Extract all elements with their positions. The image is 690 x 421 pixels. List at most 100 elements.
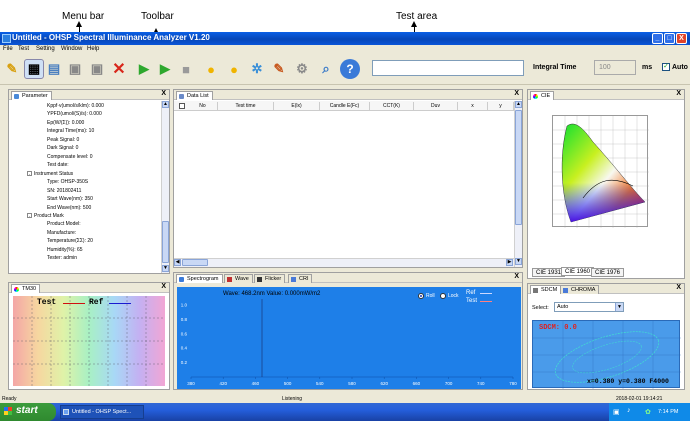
menu-help[interactable]: Help <box>87 46 99 52</box>
scroll-left-icon[interactable]: ◀ <box>174 259 181 266</box>
data-list-close-icon[interactable]: X <box>514 90 519 97</box>
tab-parameter[interactable]: Parameter <box>11 91 52 100</box>
volume-icon[interactable]: ♪ <box>627 407 631 414</box>
cie-close-icon[interactable]: X <box>676 90 681 97</box>
spectrogram-tabs: Spectrogram Wave Flicker CRI X <box>174 273 522 283</box>
tree-line: Peak Signal: 0 <box>47 137 80 143</box>
column-header-duv[interactable]: Duv <box>414 102 458 111</box>
menu-test[interactable]: Test <box>18 46 29 52</box>
tab-sdcm[interactable]: SDCM <box>530 285 562 294</box>
data-list-vscrollbar[interactable]: ▲ ▼ <box>514 101 522 267</box>
column-header-x[interactable]: x <box>458 102 488 111</box>
export-icon[interactable]: ▤ <box>44 59 64 79</box>
tm30-legend-test: Test <box>37 298 57 307</box>
search-icon[interactable]: ⌕ <box>316 59 336 79</box>
scroll-thumb[interactable] <box>162 221 169 263</box>
menu-window[interactable]: Window <box>61 46 82 52</box>
tab-cie-1976[interactable]: CIE 1976 <box>591 268 625 277</box>
tab-wave[interactable]: Wave <box>224 274 253 283</box>
scroll-up-icon[interactable]: ▲ <box>515 101 522 108</box>
lightbulb-multiple-icon[interactable]: ● <box>224 59 244 79</box>
scroll-up-icon[interactable]: ▲ <box>162 101 169 108</box>
x-tick-label: 580 <box>348 381 356 386</box>
collapse-icon[interactable]: - <box>27 171 32 176</box>
tree-line: Product Model: <box>47 221 81 227</box>
sdcm-plot: SDCM: 0.0 x=0.380 y=0.380 F4000 <box>532 320 681 389</box>
column-header-y[interactable]: y <box>488 102 514 111</box>
settings-icon[interactable]: ⚙ <box>292 59 312 79</box>
tab-cie[interactable]: CIE <box>530 91 555 100</box>
status-listening: Listening <box>282 396 303 402</box>
tab-chroma[interactable]: CHROMA <box>560 285 600 294</box>
copy-icon[interactable]: ▣ <box>65 59 85 79</box>
column-header-candle-e[interactable]: Candle E(Fc) <box>320 102 370 111</box>
column-header-e-lx[interactable]: E(lx) <box>274 102 320 111</box>
scroll-thumb[interactable] <box>515 110 522 225</box>
chevron-down-icon[interactable]: ▼ <box>615 303 623 311</box>
edit-icon[interactable]: ✎ <box>269 59 289 79</box>
sdcm-select-dropdown[interactable]: Auto ▼ <box>554 302 624 312</box>
toolbar-annotation: Toolbar <box>141 11 174 22</box>
delete-icon[interactable]: ✕ <box>109 59 129 79</box>
data-list-hscrollbar[interactable]: ◀ ▶ <box>174 258 514 267</box>
integral-time-input[interactable]: 100 <box>594 60 636 75</box>
title-bar[interactable]: Untitled - OHSP Spectral Illuminance Ana… <box>0 32 690 45</box>
scroll-down-icon[interactable]: ▼ <box>162 265 169 272</box>
tab-cie-1960[interactable]: CIE 1960 <box>561 267 595 276</box>
taskbar-app-button[interactable]: Untitled - OHSP Spect... <box>60 405 144 419</box>
sdcm-close-icon[interactable]: X <box>676 284 681 291</box>
calibrate-icon[interactable]: ✲ <box>247 59 267 79</box>
close-button[interactable]: X <box>676 33 687 44</box>
paste-icon[interactable]: ▣ <box>87 59 107 79</box>
tree-node-instrument-status[interactable]: - Instrument Status <box>27 171 73 177</box>
lightbulb-icon[interactable]: ● <box>201 59 221 79</box>
parameter-close-icon[interactable]: X <box>161 90 166 97</box>
tm30-legend-ref-line <box>109 303 131 304</box>
tab-data-list[interactable]: Data List <box>176 91 213 100</box>
column-header-cct[interactable]: CCT(K) <box>370 102 414 111</box>
test-area-annotation-arrowhead <box>411 21 417 27</box>
hscroll-thumb[interactable] <box>182 259 208 266</box>
tab-cri-label: CRI <box>299 276 309 282</box>
column-header-no[interactable]: No <box>188 102 218 111</box>
spectrogram-close-icon[interactable]: X <box>514 273 519 280</box>
column-header-test-time[interactable]: Test time <box>218 102 274 111</box>
chroma-icon <box>563 288 568 293</box>
open-folder-icon[interactable]: ✎ <box>2 59 22 79</box>
x-tick-label: 500 <box>284 381 292 386</box>
collapse-icon[interactable]: - <box>27 213 32 218</box>
tray-app-icon[interactable]: ✿ <box>645 408 651 416</box>
spectrum-chart[interactable]: 380 420 460 500 540 580 620 660 700 740 780 0.2 0.4 0… <box>177 287 521 389</box>
data-list-tab-label: Data List <box>187 93 209 99</box>
parameter-scrollbar[interactable]: ▲ ▼ <box>161 101 169 273</box>
tab-cri[interactable]: CRI <box>288 274 313 283</box>
tree-line: Temperature(ΣΣ): 20 <box>47 238 93 244</box>
tab-flicker[interactable]: Flicker <box>254 274 286 283</box>
menu-file[interactable]: File <box>3 46 13 52</box>
cie-diagram[interactable] <box>552 115 649 228</box>
maximize-button[interactable]: □ <box>664 33 675 44</box>
tab-spectrogram[interactable]: Spectrogram <box>176 274 223 283</box>
auto-checkbox[interactable]: ✓ <box>662 63 670 71</box>
tm30-close-icon[interactable]: X <box>161 283 166 290</box>
tab-tm30[interactable]: TM30 <box>11 284 41 293</box>
help-icon[interactable]: ? <box>340 59 360 79</box>
scroll-down-icon[interactable]: ▼ <box>515 258 522 265</box>
tree-node-label: Instrument Status <box>34 171 74 177</box>
minimize-button[interactable]: _ <box>652 33 663 44</box>
spectrogram-icon <box>179 277 184 282</box>
network-icon[interactable]: ▣ <box>613 408 620 416</box>
continuous-play-icon[interactable]: ▶ <box>155 59 175 79</box>
save-icon[interactable]: ▦ <box>24 59 44 79</box>
toolbar-text-field[interactable] <box>372 60 524 76</box>
menu-setting[interactable]: Setting <box>36 46 55 52</box>
stop-icon[interactable]: ■ <box>176 59 196 79</box>
start-button[interactable]: start <box>0 403 56 421</box>
play-icon[interactable]: ▶ <box>134 59 154 79</box>
tree-node-product-mark[interactable]: - Product Mark <box>27 213 64 219</box>
tree-line: Compensate level: 0 <box>47 154 93 160</box>
scroll-right-icon[interactable]: ▶ <box>506 259 513 266</box>
select-all-checkbox[interactable] <box>179 103 185 109</box>
tm30-grid <box>13 296 165 386</box>
sdcm-select-value: Auto <box>557 304 569 310</box>
